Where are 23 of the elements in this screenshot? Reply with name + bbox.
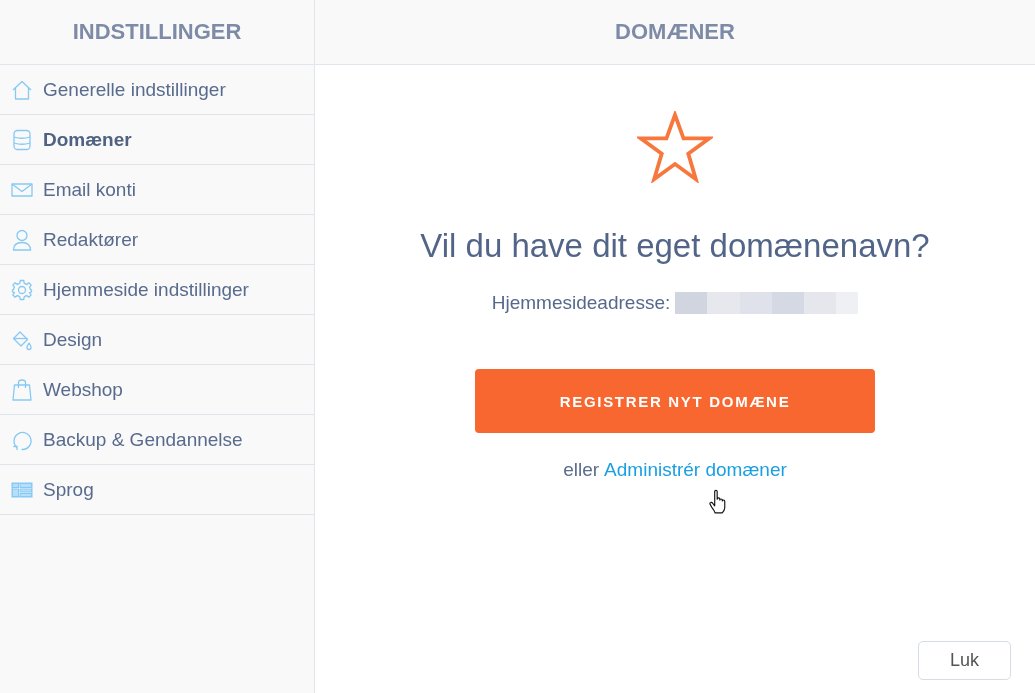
gear-icon [11,278,33,301]
sidebar-item[interactable]: Webshop [0,365,314,415]
sidebar-item[interactable]: Sprog [0,465,314,515]
close-button[interactable]: Luk [918,641,1011,680]
sidebar-item[interactable]: Hjemmeside indstillinger [0,265,314,315]
star-icon [637,111,713,183]
sidebar-item[interactable]: Design [0,315,314,365]
house-icon [11,78,33,101]
sidebar-item[interactable]: Backup & Gendannelse [0,415,314,465]
heading: Vil du have dit eget domænenavn? [420,227,930,265]
sidebar-title: INDSTILLINGER [72,19,242,45]
register-domain-button[interactable]: REGISTRER NYT DOMÆNE [475,369,875,433]
sidebar-item[interactable]: Email konti [0,165,314,215]
sidebar-item[interactable]: Generelle indstillinger [0,65,314,115]
manage-domains-link[interactable]: Administrér domæner [604,459,787,481]
panel-title: DOMÆNER [615,19,735,45]
sidebar-item[interactable]: Domæner [0,115,314,165]
address-label: Hjemmesideadresse: [491,292,671,314]
shopping-bag-icon [11,378,33,401]
person-icon [11,228,33,251]
sidebar-item[interactable]: Redaktører [0,215,314,265]
alternative-text: eller [563,459,600,481]
database-icon [11,128,33,151]
